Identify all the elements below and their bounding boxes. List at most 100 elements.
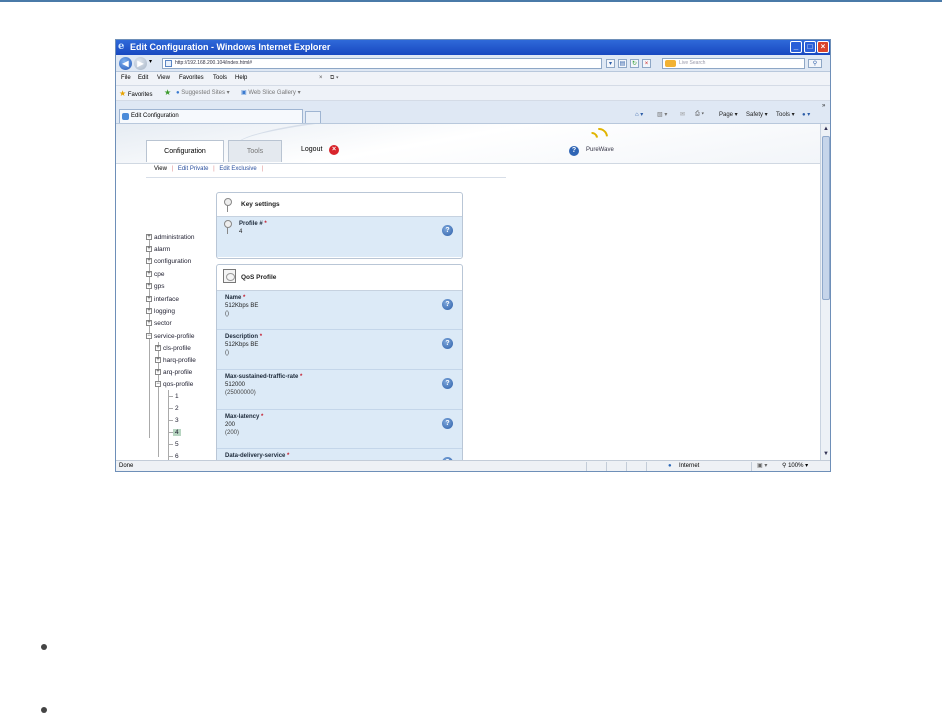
web-slice-gallery-link[interactable]: ▣ Web Slice Gallery ▾ (241, 89, 301, 96)
logout-icon[interactable]: × (329, 145, 339, 155)
compatibility-icon[interactable]: ▤ (618, 59, 627, 68)
tree-item-label: administration (154, 234, 195, 241)
menu-tools[interactable]: Tools (213, 75, 227, 81)
tree-item-harq-profile[interactable]: + harq-profile (155, 357, 196, 364)
vertical-scrollbar[interactable]: ▲ ▼ (820, 124, 830, 460)
expand-icon[interactable]: + (146, 246, 152, 253)
help-icon[interactable]: ? (442, 418, 453, 429)
expand-icon[interactable]: + (146, 258, 152, 265)
tree-item-administration[interactable]: + administration (146, 234, 194, 241)
new-tab-button[interactable] (305, 111, 321, 123)
tab-edit-configuration[interactable]: Edit Configuration (119, 109, 303, 123)
tab-tools[interactable]: Tools (228, 140, 282, 162)
help-icon[interactable]: ? (442, 378, 453, 389)
brand-name: PureWave (586, 147, 614, 153)
search-input[interactable]: Live Search (662, 58, 805, 69)
back-button[interactable]: ◀ (119, 57, 132, 70)
menu-file[interactable]: File (121, 75, 131, 81)
page-menu[interactable]: Page ▾ (719, 111, 738, 118)
field-label: Data-delivery-service * (225, 453, 290, 459)
subnav-view[interactable]: View (154, 166, 167, 172)
field-value[interactable]: 512000 (225, 382, 454, 388)
expand-icon[interactable]: + (146, 283, 152, 290)
tree-item-sector[interactable]: + sector (146, 320, 172, 327)
tree-leaf-1[interactable]: 1 (175, 393, 179, 400)
tree-leaf-4[interactable]: 4 (173, 429, 181, 436)
history-dropdown-icon[interactable]: ▾ (149, 58, 152, 65)
tree-item-gps[interactable]: + gps (146, 283, 164, 290)
help-icon[interactable]: ? (442, 299, 453, 310)
expand-icon[interactable]: + (146, 320, 152, 327)
tools-menu[interactable]: Tools ▾ (776, 111, 795, 118)
close-toolbar-icon[interactable]: × (319, 75, 323, 81)
tree-leaf-5[interactable]: 5 (175, 441, 179, 448)
subnav-edit-exclusive[interactable]: Edit Exclusive (219, 166, 256, 172)
url-field[interactable]: http://192.168.200.104/index.html# (162, 58, 602, 69)
tree-item-cls-profile[interactable]: + cls-profile (155, 345, 191, 352)
expand-icon[interactable]: + (146, 296, 152, 303)
safety-menu[interactable]: Safety ▾ (746, 111, 768, 118)
zoom-control[interactable]: ⚲ 100% ▾ (782, 461, 808, 471)
refresh-icon[interactable]: ↻ (630, 59, 639, 68)
bullet (41, 707, 47, 713)
field-value[interactable]: 512Kbps BE (225, 342, 454, 348)
tree-item-logging[interactable]: + logging (146, 308, 175, 315)
suggested-sites-link[interactable]: ● Suggested Sites ▾ (176, 89, 230, 96)
tree-item-service-profile[interactable]: − service-profile (146, 333, 194, 340)
collapse-icon[interactable]: − (155, 381, 161, 388)
close-button[interactable]: × (817, 41, 829, 53)
minimize-button[interactable]: _ (790, 41, 802, 53)
tree-leaf-2[interactable]: 2 (175, 405, 179, 412)
protected-mode-icon[interactable]: ▣ ▾ (757, 461, 767, 471)
scroll-up-icon[interactable]: ▲ (822, 125, 830, 133)
tree-item-cpe[interactable]: + cpe (146, 271, 164, 278)
logout-link[interactable]: Logout (301, 146, 322, 153)
favorites-button[interactable]: ★ Favorites (119, 89, 153, 98)
convert-icon[interactable]: ⧉ ▾ (330, 75, 338, 82)
mail-icon[interactable]: ✉ (680, 111, 685, 118)
expand-icon[interactable]: + (146, 271, 152, 278)
tree-leaf-6[interactable]: 6 (175, 453, 179, 460)
tree-item-arq-profile[interactable]: + arq-profile (155, 369, 192, 376)
tab-configuration[interactable]: Configuration (146, 140, 224, 162)
expand-icon[interactable]: + (155, 369, 161, 376)
menu-view[interactable]: View (157, 75, 170, 81)
scroll-down-icon[interactable]: ▼ (822, 450, 830, 458)
menu-help[interactable]: Help (235, 75, 247, 81)
expand-icon[interactable]: + (155, 357, 161, 364)
tree-item-configuration[interactable]: + configuration (146, 258, 191, 265)
field-value[interactable]: 512Kbps BE (225, 303, 454, 309)
help-icon[interactable]: ? (569, 146, 579, 156)
menu-favorites[interactable]: Favorites (179, 75, 204, 81)
url-dropdown-icon[interactable]: ▾ (606, 59, 615, 68)
scroll-thumb[interactable] (822, 136, 830, 300)
tree-item-alarm[interactable]: + alarm (146, 246, 170, 253)
field-value[interactable]: 200 (225, 422, 454, 428)
add-favorite-icon[interactable]: ★ (164, 88, 171, 97)
overflow-icon[interactable]: » (822, 103, 825, 109)
expand-icon[interactable]: + (146, 308, 152, 315)
help-icon[interactable]: ? (442, 338, 453, 349)
forward-button[interactable]: ▶ (134, 57, 147, 70)
subnav-edit-private[interactable]: Edit Private (178, 166, 209, 172)
print-icon[interactable]: ⎙ ▾ (695, 111, 704, 118)
expand-icon[interactable]: + (146, 234, 152, 241)
tree-item-qos-profile[interactable]: − qos-profile (155, 381, 193, 388)
stop-icon[interactable]: × (642, 59, 651, 68)
help-menu-icon[interactable]: ● ▾ (802, 111, 810, 118)
expand-icon[interactable]: + (155, 345, 161, 352)
field-label: Max-latency * (225, 414, 264, 420)
tree-leaf-3[interactable]: 3 (175, 417, 179, 424)
feeds-icon[interactable]: ▧ ▾ (657, 111, 667, 118)
status-separator (626, 462, 627, 471)
pin-icon (223, 198, 233, 212)
menu-edit[interactable]: Edit (138, 75, 148, 81)
maximize-button[interactable]: □ (804, 41, 816, 53)
collapse-icon[interactable]: − (146, 333, 152, 340)
field-label: Description * (225, 334, 263, 340)
help-icon[interactable]: ? (442, 225, 453, 236)
search-button[interactable]: ⚲ (808, 59, 822, 68)
home-icon[interactable]: ⌂ ▾ (635, 111, 643, 118)
field-value[interactable]: 4 (239, 229, 454, 235)
tree-item-interface[interactable]: + interface (146, 296, 179, 303)
